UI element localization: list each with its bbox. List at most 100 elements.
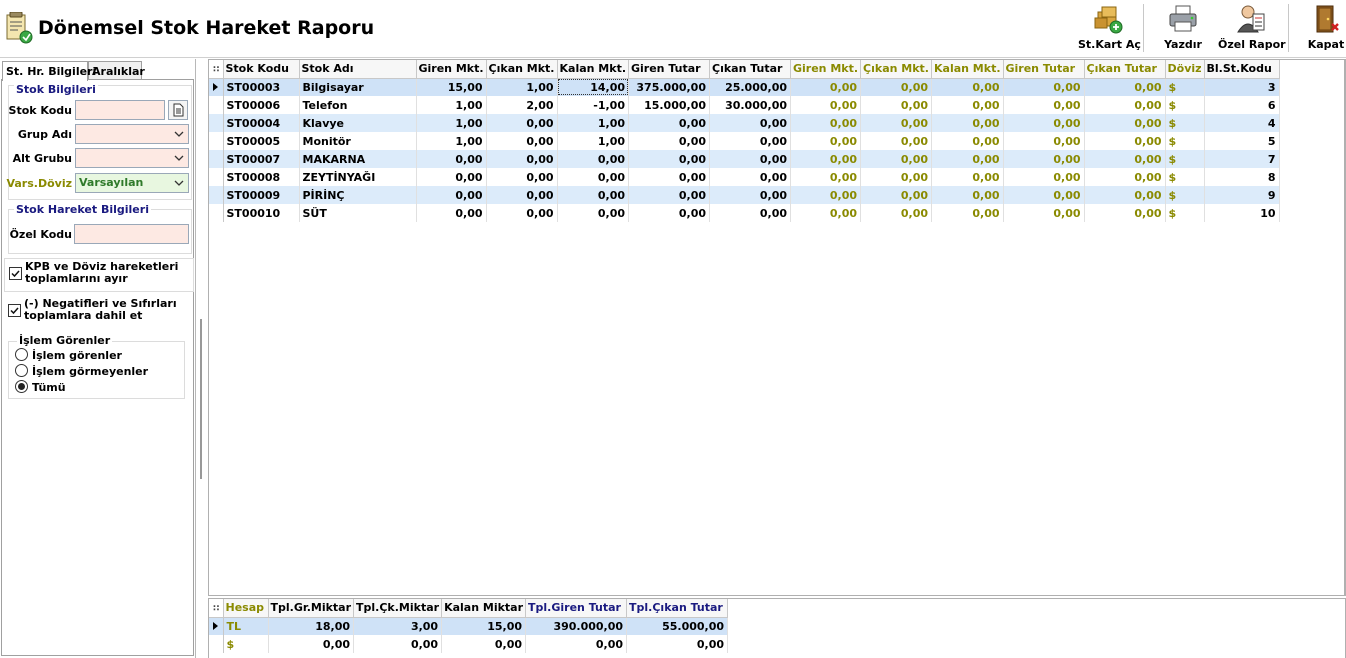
table-cell[interactable]: Telefon: [299, 96, 417, 114]
tab-st-hr-bilgileri[interactable]: St. Hr. Bilgileri: [2, 61, 96, 81]
table-cell[interactable]: 0,00: [709, 204, 791, 222]
col-header[interactable]: Çıkan Mkt.: [486, 60, 558, 79]
table-cell[interactable]: 0,00: [486, 168, 558, 186]
vars-doviz-select[interactable]: Varsayılan: [75, 173, 189, 193]
col-header[interactable]: Giren Mkt.: [416, 60, 487, 79]
table-row[interactable]: ST00004 Klavye 1,00 0,00 1,00 0,00 0,00 0,00 0,0…: [209, 114, 1280, 132]
summary-col-header[interactable]: Hesap: [223, 599, 269, 618]
table-cell[interactable]: 0,00: [860, 186, 932, 204]
table-cell[interactable]: 2,00: [486, 96, 558, 114]
table-cell[interactable]: 0,00: [416, 168, 487, 186]
table-cell[interactable]: 0,00: [931, 78, 1004, 96]
table-cell[interactable]: 0,00: [416, 204, 487, 222]
table-cell[interactable]: ST00003: [223, 78, 300, 96]
custom-report-button[interactable]: Özel Rapor: [1218, 4, 1286, 54]
table-cell[interactable]: 0,00: [790, 132, 862, 150]
summary-cell[interactable]: 55.000,00: [626, 617, 729, 635]
table-cell[interactable]: 0,00: [1003, 132, 1085, 150]
include-negatives-checkbox[interactable]: [8, 304, 21, 317]
table-cell[interactable]: 0,00: [486, 204, 558, 222]
table-cell[interactable]: 0,00: [790, 78, 862, 96]
table-cell[interactable]: ST00007: [223, 150, 300, 168]
summary-col-header[interactable]: Tpl.Çıkan Tutar: [626, 599, 729, 618]
table-cell[interactable]: 25.000,00: [709, 78, 791, 96]
stok-kodu-lookup-button[interactable]: [168, 100, 188, 120]
table-cell[interactable]: 0,00: [486, 114, 558, 132]
table-cell[interactable]: 0,00: [1084, 96, 1166, 114]
table-cell[interactable]: 0,00: [931, 186, 1004, 204]
col-header[interactable]: Kalan Mkt.: [557, 60, 629, 79]
table-cell[interactable]: 0,00: [790, 186, 862, 204]
table-cell[interactable]: 0,00: [1084, 186, 1166, 204]
table-cell[interactable]: 0,00: [1003, 150, 1085, 168]
table-row[interactable]: ST00009 PİRİNÇ 0,00 0,00 0,00 0,00 0,00 0,00 0,0…: [209, 186, 1280, 204]
table-cell[interactable]: 30.000,00: [709, 96, 791, 114]
summary-cell[interactable]: 0,00: [441, 635, 527, 653]
table-cell[interactable]: Monitör: [299, 132, 417, 150]
table-cell[interactable]: 9: [1204, 186, 1280, 204]
col-header[interactable]: Bl.St.Kodu: [1204, 60, 1280, 79]
col-header[interactable]: Giren Tutar: [1003, 60, 1085, 79]
table-row[interactable]: ST00008 ZEYTİNYAĞI 0,00 0,00 0,00 0,00 0,00 0,0…: [209, 168, 1280, 186]
table-cell[interactable]: 0,00: [1084, 114, 1166, 132]
grup-adi-select[interactable]: [75, 124, 189, 144]
summary-row[interactable]: TL 18,00 3,00 15,00 390.000,00 55.000,00: [209, 617, 729, 635]
table-cell[interactable]: 0,00: [1003, 78, 1085, 96]
table-cell[interactable]: 0,00: [1084, 150, 1166, 168]
radio-tumu[interactable]: [15, 380, 28, 393]
grid-corner[interactable]: ∷: [209, 60, 224, 79]
table-row[interactable]: ST00010 SÜT 0,00 0,00 0,00 0,00 0,00 0,00 0,00 0,…: [209, 204, 1280, 222]
table-cell[interactable]: 3: [1204, 78, 1280, 96]
table-cell[interactable]: 0,00: [709, 114, 791, 132]
ozel-kodu-input[interactable]: [74, 224, 189, 244]
table-cell[interactable]: 0,00: [1084, 132, 1166, 150]
table-cell[interactable]: 0,00: [790, 114, 862, 132]
table-cell[interactable]: 5: [1204, 132, 1280, 150]
row-indicator[interactable]: [209, 78, 224, 96]
panel-splitter[interactable]: [197, 59, 207, 658]
separate-totals-checkbox[interactable]: [9, 267, 22, 280]
table-cell[interactable]: 0,00: [628, 132, 710, 150]
table-cell[interactable]: ST00004: [223, 114, 300, 132]
splitter-grip[interactable]: [200, 319, 202, 479]
summary-cell[interactable]: 0,00: [353, 635, 443, 653]
table-cell[interactable]: 0,00: [416, 186, 487, 204]
close-button[interactable]: Kapat: [1306, 4, 1346, 54]
col-header[interactable]: Stok Adı: [299, 60, 417, 79]
table-cell[interactable]: 0,00: [557, 186, 629, 204]
table-cell[interactable]: 0,00: [628, 150, 710, 168]
table-cell[interactable]: 0,00: [1003, 96, 1085, 114]
table-cell[interactable]: $: [1165, 114, 1205, 132]
table-cell[interactable]: 0,00: [628, 114, 710, 132]
table-cell[interactable]: 1,00: [416, 114, 487, 132]
table-cell[interactable]: 0,00: [860, 204, 932, 222]
table-cell[interactable]: 0,00: [860, 96, 932, 114]
table-cell[interactable]: 0,00: [1003, 168, 1085, 186]
summary-cell[interactable]: 390.000,00: [525, 617, 628, 635]
row-indicator[interactable]: [209, 96, 224, 114]
table-cell[interactable]: 0,00: [860, 114, 932, 132]
checkbox-separate-totals[interactable]: KPB ve Döviz hareketleri toplamlarını ay…: [4, 258, 194, 292]
table-cell[interactable]: 0,00: [931, 114, 1004, 132]
row-indicator[interactable]: [209, 635, 224, 653]
table-cell[interactable]: 0,00: [628, 204, 710, 222]
summary-col-header[interactable]: Tpl.Çk.Miktar: [353, 599, 443, 618]
table-cell[interactable]: SÜT: [299, 204, 417, 222]
table-cell[interactable]: $: [1165, 204, 1205, 222]
table-cell[interactable]: 0,00: [557, 204, 629, 222]
summary-cell[interactable]: 15,00: [441, 617, 527, 635]
table-cell[interactable]: MAKARNA: [299, 150, 417, 168]
summary-cell[interactable]: 3,00: [353, 617, 443, 635]
table-cell[interactable]: 1,00: [557, 114, 629, 132]
table-cell[interactable]: $: [1165, 96, 1205, 114]
table-cell[interactable]: 0,00: [709, 168, 791, 186]
row-indicator[interactable]: [209, 617, 224, 635]
table-cell[interactable]: 0,00: [1003, 186, 1085, 204]
table-cell[interactable]: 0,00: [1084, 78, 1166, 96]
summary-col-header[interactable]: Tpl.Giren Tutar: [525, 599, 628, 618]
table-row[interactable]: ST00003 Bilgisayar 15,00 1,00 14,00 375.000,0…: [209, 78, 1280, 96]
row-indicator[interactable]: [209, 132, 224, 150]
summary-col-header[interactable]: Tpl.Gr.Miktar: [268, 599, 355, 618]
table-cell[interactable]: ST00005: [223, 132, 300, 150]
col-header[interactable]: Kalan Mkt.: [931, 60, 1004, 79]
